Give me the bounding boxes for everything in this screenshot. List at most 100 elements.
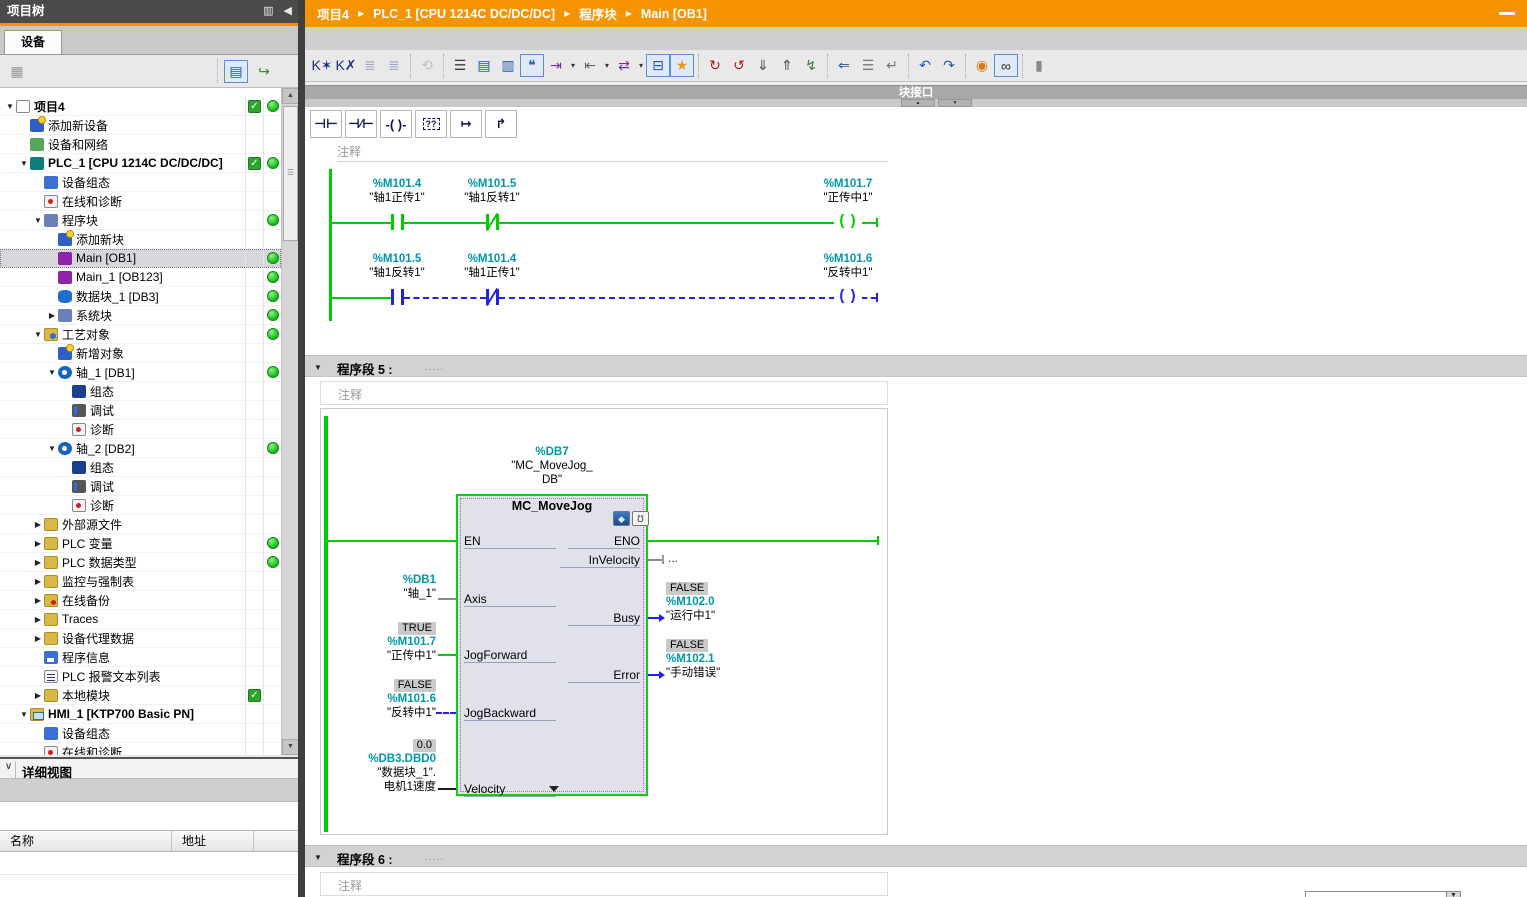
assignment-list-icon[interactable]: ↵ xyxy=(880,54,904,77)
zoom-select[interactable]: ▼ xyxy=(1305,891,1461,897)
splitter-expand-down-icon[interactable]: ▼ xyxy=(938,99,972,107)
snapshot-icon[interactable]: ▮ xyxy=(1027,54,1051,77)
operand-address[interactable]: %DB1 xyxy=(326,573,436,587)
instance-db-label[interactable]: %DB7 "MC_MoveJog_ DB" xyxy=(497,445,607,487)
empty-box-button[interactable]: ?? xyxy=(415,110,447,138)
tree-item[interactable]: ▼PLC_1 [CPU 1214C DC/DC/DC]✓ xyxy=(0,154,281,173)
tree-item[interactable]: ▼项目4✓ xyxy=(0,97,281,116)
export-module-labels-icon[interactable]: ↪ xyxy=(252,60,276,83)
operand-label[interactable]: %M101.5 "轴1反转1" xyxy=(437,177,547,205)
operand-name[interactable]: "轴_1" xyxy=(326,587,436,601)
expander-open-icon[interactable]: ▼ xyxy=(18,710,30,719)
tree-item[interactable]: 调试 xyxy=(0,401,281,420)
download-icon[interactable]: ⇑ xyxy=(775,54,799,77)
operand-address[interactable]: %M101.5 xyxy=(437,177,547,191)
tree-item[interactable]: ▶系统块 xyxy=(0,306,281,325)
details-toggle-icon[interactable]: ▤ xyxy=(224,60,248,83)
expander-closed-icon[interactable]: ▶ xyxy=(32,539,44,548)
expand-networks-icon[interactable]: ▤ xyxy=(472,54,496,77)
operand-name[interactable]: "正传中1" xyxy=(793,191,903,205)
operand-label[interactable]: %M101.7 "正传中1" xyxy=(793,177,903,205)
operand-name[interactable]: "轴1反转1" xyxy=(437,191,547,205)
coil-symbol[interactable]: ( ) xyxy=(834,212,862,229)
scroll-down-icon[interactable]: ▼ xyxy=(282,739,299,755)
monitoring-toggle-icon[interactable]: ∞ xyxy=(994,54,1018,77)
previous-error-icon[interactable]: ↺ xyxy=(727,54,751,77)
column-header-address[interactable]: 地址 xyxy=(172,831,254,851)
expander-open-icon[interactable]: ▼ xyxy=(32,330,44,339)
tree-item[interactable]: ▼轴_2 [DB2] xyxy=(0,439,281,458)
expander-closed-icon[interactable]: ▶ xyxy=(32,634,44,643)
operand-address[interactable]: %DB3.DBD0 xyxy=(326,752,436,766)
block-diagnostics-icon[interactable]: Ʊ xyxy=(632,511,649,526)
tree-item[interactable]: ▼HMI_1 [KTP700 Basic PN] xyxy=(0,705,281,724)
tree-item[interactable]: ▶PLC 数据类型 xyxy=(0,553,281,572)
call-environment-icon[interactable]: ⇐ xyxy=(832,54,856,77)
symbolic-absolute-icon[interactable]: ⇄ xyxy=(612,54,636,77)
close-branch-button[interactable]: ↱ xyxy=(485,110,517,138)
open-branch-button[interactable]: ↦ xyxy=(450,110,482,138)
breadcrumb-item[interactable]: Main [OB1] xyxy=(641,7,707,21)
operand-address[interactable]: %M101.4 xyxy=(437,252,547,266)
update-block-calls-icon[interactable]: ⇓ xyxy=(751,54,775,77)
scrollbar-thumb[interactable]: ☰ xyxy=(283,106,298,241)
tree-item[interactable]: 新增对象 xyxy=(0,344,281,363)
block-interface-bar[interactable]: 块接口 xyxy=(305,85,1527,99)
pin-en[interactable]: EN xyxy=(464,535,556,549)
pin-invelocity[interactable]: InVelocity xyxy=(560,554,640,568)
tree-item[interactable]: 在线和诊断 xyxy=(0,192,281,211)
operand-label[interactable]: %M101.4 "轴1正传1" xyxy=(437,252,547,280)
expander-closed-icon[interactable]: ▶ xyxy=(32,596,44,605)
tree-scrollbar[interactable]: ▲ ☰ ▼ xyxy=(281,88,298,755)
axis-operand[interactable]: %DB1 "轴_1" xyxy=(326,573,436,601)
detail-view-header[interactable]: ∨ 详细视图 xyxy=(0,757,298,779)
operand-address[interactable]: %M101.7 xyxy=(793,177,903,191)
expander-closed-icon[interactable]: ▶ xyxy=(32,691,44,700)
pin-busy[interactable]: Busy xyxy=(568,612,640,626)
operand-name[interactable]: "正传中1" xyxy=(326,649,436,663)
instance-db-name-line1[interactable]: "MC_MoveJog_ xyxy=(497,459,607,473)
minimize-icon[interactable] xyxy=(1499,12,1515,15)
operand-name[interactable]: "数据块_1". xyxy=(326,766,436,780)
network5-comment[interactable]: 注释 xyxy=(338,386,362,403)
network5-title[interactable]: 程序段 5 : xyxy=(337,359,393,378)
scroll-up-icon[interactable]: ▲ xyxy=(282,88,299,104)
pin-jogbackward[interactable]: JogBackward xyxy=(464,707,556,721)
operand-name[interactable]: "手动错误" xyxy=(666,666,796,680)
tab-devices[interactable]: 设备 xyxy=(4,30,62,54)
operand-address[interactable]: %M102.1 xyxy=(666,652,796,666)
collapse-network-icon[interactable]: ▼ xyxy=(314,853,322,862)
pin-velocity[interactable]: Velocity xyxy=(464,783,556,797)
tree-item[interactable]: 设备组态 xyxy=(0,173,281,192)
mc-movejog-block[interactable]: MC_MoveJog ◆ Ʊ EN Axis JogForward JogBac… xyxy=(456,494,648,796)
tree-item[interactable]: PLC 报警文本列表 xyxy=(0,667,281,686)
network6-comment[interactable]: 注释 xyxy=(338,877,362,894)
ff-operands-icon-dropdown[interactable]: ▾ xyxy=(568,54,578,77)
operand-name[interactable]: "轴1反转1" xyxy=(342,266,452,280)
instance-data-icon[interactable]: ◆ xyxy=(613,511,630,526)
operand-label[interactable]: %M101.6 "反转中1" xyxy=(793,252,903,280)
expander-open-icon[interactable]: ▼ xyxy=(18,159,30,168)
pin-error[interactable]: Error xyxy=(568,669,640,683)
tree-item[interactable]: 设备和网络 xyxy=(0,135,281,154)
insert-network-icon[interactable]: K✶ xyxy=(310,54,334,77)
pin-eno[interactable]: ENO xyxy=(568,535,640,549)
toggle-comments-icon[interactable]: ❝ xyxy=(520,54,544,77)
column-header-name[interactable]: 名称 xyxy=(0,831,172,851)
tree-item[interactable]: 设备组态 xyxy=(0,724,281,743)
expand-pins-icon[interactable] xyxy=(549,786,559,792)
symbolic-absolute-icon-dropdown[interactable]: ▾ xyxy=(636,54,646,77)
compile-icon[interactable]: ↯ xyxy=(799,54,823,77)
pin-jogforward[interactable]: JogForward xyxy=(464,649,556,663)
collapse-networks-icon[interactable]: ▥ xyxy=(496,54,520,77)
tree-item[interactable]: ▶Traces xyxy=(0,610,281,629)
split-view-icon[interactable]: ▥ xyxy=(263,5,273,17)
tree-item[interactable]: 调试 xyxy=(0,477,281,496)
chevron-down-icon[interactable]: ∨ xyxy=(2,761,16,778)
network5-header[interactable]: ▼ 程序段 5 : ..... xyxy=(305,355,1527,377)
contact-left-bar[interactable] xyxy=(391,214,394,230)
operand-label[interactable]: %M101.5 "轴1反转1" xyxy=(342,252,452,280)
panel-divider[interactable] xyxy=(298,0,305,897)
expander-open-icon[interactable]: ▼ xyxy=(4,102,16,111)
tree-item[interactable]: ▶本地模块✓ xyxy=(0,686,281,705)
